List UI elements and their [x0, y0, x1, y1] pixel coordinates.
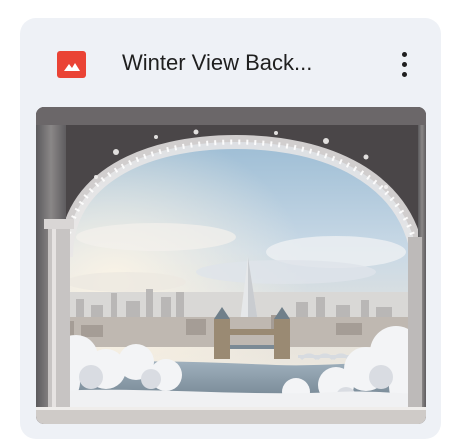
card-header: Winter View Back... — [20, 18, 441, 106]
more-vert-icon — [401, 51, 407, 57]
winter-city-thumbnail-image — [36, 107, 426, 424]
more-options-button[interactable] — [386, 44, 422, 84]
file-card[interactable]: Winter View Back... — [20, 18, 441, 439]
image-thumbnail[interactable] — [36, 107, 426, 424]
file-title[interactable]: Winter View Back... — [122, 48, 362, 78]
image-file-icon — [57, 51, 86, 78]
